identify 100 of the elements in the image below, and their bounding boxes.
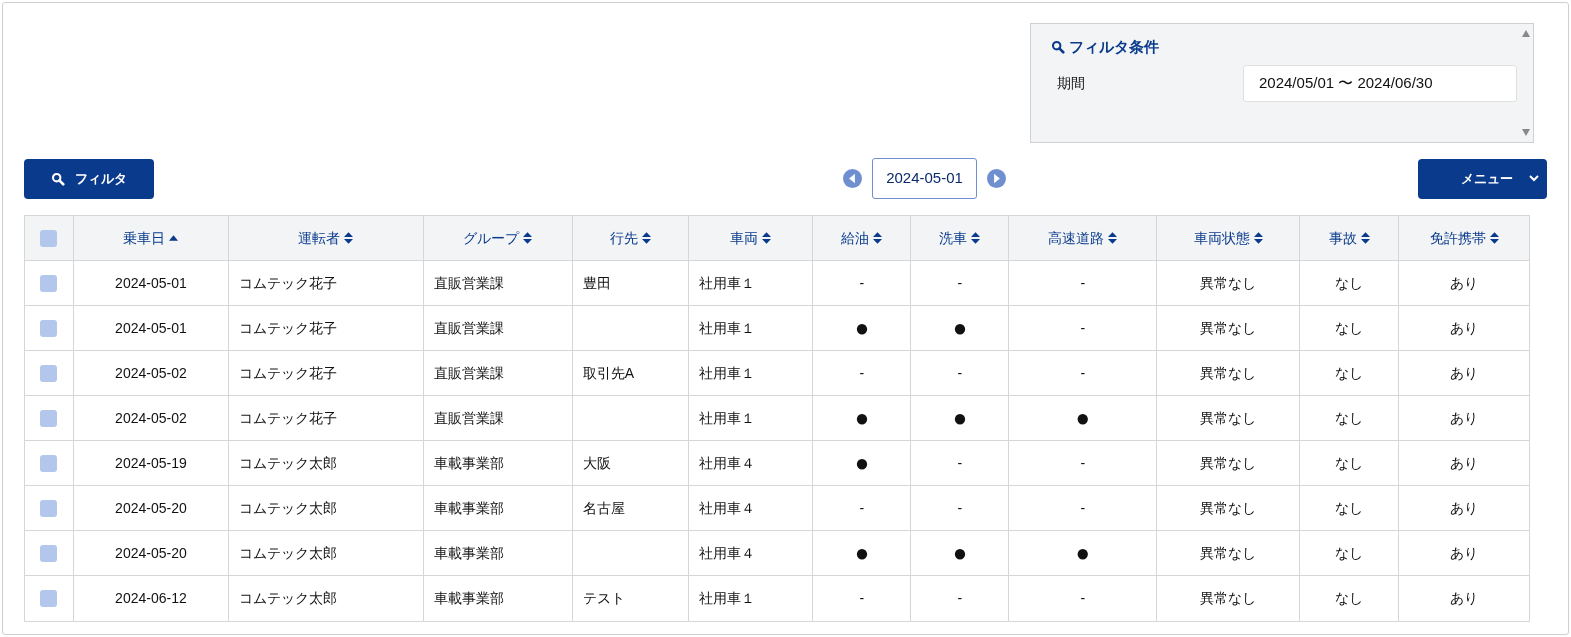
- period-field[interactable]: 2024/05/01 〜 2024/06/30: [1243, 64, 1517, 102]
- table-cell-text: 異常なし: [1200, 318, 1257, 338]
- table-cell-text: なし: [1335, 453, 1364, 473]
- table-cell: ●: [952, 316, 968, 340]
- table-cell-text: なし: [1335, 408, 1364, 428]
- table-cell-text: 2024-05-20: [115, 543, 187, 563]
- table-cell-text: テスト: [582, 589, 625, 608]
- column-header[interactable]: 免許携帯: [1399, 216, 1529, 260]
- checkbox[interactable]: [40, 454, 58, 472]
- table-cell-text: 2024-05-19: [115, 453, 187, 473]
- table-cell-text: 異常なし: [1200, 498, 1257, 518]
- table-cell-text: なし: [1335, 363, 1364, 383]
- table-cell-text: -: [1080, 589, 1086, 608]
- table-cell: ●: [854, 541, 870, 565]
- table-cell-text: あり: [1450, 408, 1479, 428]
- table-cell-text: あり: [1450, 273, 1479, 293]
- checkbox[interactable]: [40, 590, 58, 607]
- table-cell-text: -: [957, 453, 963, 473]
- table-cell-text: あり: [1450, 498, 1479, 518]
- table-cell-text: 異常なし: [1200, 589, 1257, 608]
- filter-panel-title: フィルタ条件: [1069, 37, 1159, 57]
- table-cell-text: 2024-05-01: [115, 273, 187, 293]
- table-cell-text: 2024-05-20: [115, 498, 187, 518]
- table-cell-text: 車載事業部: [433, 498, 504, 518]
- scroll-down-icon[interactable]: [1522, 129, 1530, 136]
- table-cell-text: コムテック太郎: [238, 543, 337, 563]
- table-cell-text: あり: [1450, 589, 1479, 608]
- table-cell-text: -: [957, 589, 963, 608]
- table-cell-text: なし: [1335, 498, 1364, 518]
- table-cell-text: 異常なし: [1200, 363, 1257, 383]
- date-field[interactable]: 2024-05-01: [872, 158, 977, 199]
- table-cell-text: 車載事業部: [433, 543, 504, 563]
- table-cell-text: -: [859, 498, 865, 518]
- search-icon: [1051, 40, 1065, 55]
- checkbox[interactable]: [40, 319, 58, 337]
- column-header[interactable]: 事故: [1300, 216, 1400, 260]
- table-cell-text: 異常なし: [1200, 453, 1257, 473]
- checkbox[interactable]: [40, 274, 58, 292]
- previous-icon[interactable]: [843, 169, 863, 188]
- table-cell-text: -: [859, 363, 865, 383]
- table-cell-text: 直販営業課: [433, 273, 504, 293]
- column-header[interactable]: 車両: [688, 216, 814, 260]
- column-header[interactable]: 給油: [813, 216, 912, 260]
- table-cell-text: 車載事業部: [433, 589, 504, 608]
- field-label: 期間: [1056, 73, 1086, 93]
- table-cell-text: 2024-05-02: [115, 408, 187, 428]
- table-cell-text: あり: [1450, 318, 1479, 338]
- table-cell-text: 社用車１: [698, 408, 755, 428]
- table-cell-text: コムテック花子: [238, 318, 337, 338]
- table-cell-text: コムテック太郎: [238, 453, 337, 473]
- table-cell: ●: [854, 316, 870, 340]
- table-cell: ●: [952, 406, 968, 430]
- next-icon[interactable]: [986, 169, 1006, 188]
- table-cell-text: 車載事業部: [433, 453, 504, 473]
- table-cell-text: -: [1080, 363, 1086, 383]
- table-cell-text: 名古屋: [582, 498, 625, 518]
- table-cell-text: 社用車４: [698, 543, 755, 563]
- table-cell-text: なし: [1335, 273, 1364, 293]
- checkbox[interactable]: [40, 409, 58, 427]
- table-cell-text: コムテック太郎: [238, 498, 337, 518]
- column-header[interactable]: 高速道路: [1009, 216, 1158, 260]
- table-cell-text: 社用車１: [698, 273, 755, 293]
- table-cell-text: あり: [1450, 363, 1479, 383]
- table-cell-text: -: [859, 273, 865, 293]
- column-header[interactable]: 行先: [572, 216, 689, 260]
- table-cell-text: 直販営業課: [433, 363, 504, 383]
- table-cell-text: 社用車４: [698, 453, 755, 473]
- table-cell-text: -: [859, 589, 865, 608]
- table-cell: ●: [952, 541, 968, 565]
- table-cell-text: 大阪: [582, 453, 611, 473]
- table-cell-text: -: [957, 273, 963, 293]
- table-cell-text: 社用車１: [698, 363, 755, 383]
- table-cell-text: コムテック太郎: [238, 589, 337, 608]
- checkbox[interactable]: [40, 229, 58, 247]
- table-cell: ●: [1075, 406, 1091, 430]
- table-cell-text: -: [1080, 498, 1086, 518]
- table-cell-text: 異常なし: [1200, 543, 1257, 563]
- column-header[interactable]: 運転者: [228, 216, 424, 260]
- table-cell-text: 異常なし: [1200, 408, 1257, 428]
- checkbox[interactable]: [40, 364, 58, 382]
- table-cell-text: 取引先A: [582, 363, 634, 383]
- menu-button[interactable]: メニュー: [1418, 158, 1547, 199]
- table-cell-text: -: [957, 498, 963, 518]
- checkbox[interactable]: [40, 544, 58, 562]
- table-cell-text: 社用車１: [698, 589, 755, 608]
- column-header[interactable]: 乗車日: [73, 216, 229, 260]
- table-cell-text: -: [957, 363, 963, 383]
- table-cell-text: 直販営業課: [433, 318, 504, 338]
- column-header[interactable]: グループ: [423, 216, 573, 260]
- scroll-up-icon[interactable]: [1522, 30, 1530, 37]
- checkbox[interactable]: [40, 499, 58, 517]
- filter-button[interactable]: フィルタ: [24, 158, 154, 199]
- table-cell-text: 2024-06-12: [115, 589, 187, 608]
- column-header[interactable]: 洗車: [911, 216, 1010, 260]
- table-cell-text: 2024-05-02: [115, 363, 187, 383]
- column-header[interactable]: 車両状態: [1157, 216, 1301, 260]
- chevron-down-icon: [1529, 175, 1539, 182]
- table-cell-text: あり: [1450, 453, 1479, 473]
- table-cell-text: なし: [1335, 589, 1364, 608]
- table-cell-text: なし: [1335, 543, 1364, 563]
